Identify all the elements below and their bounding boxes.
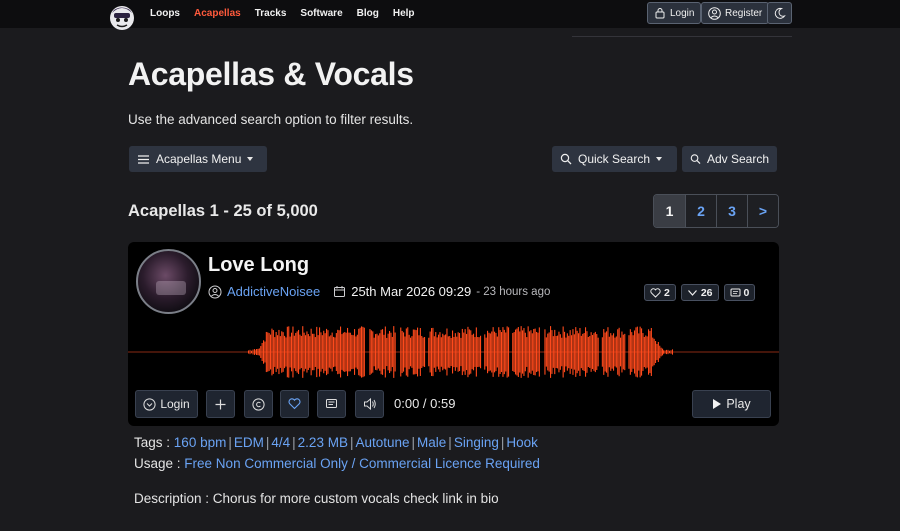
avatar[interactable]	[136, 249, 201, 314]
tag-gender[interactable]: Male	[417, 435, 446, 450]
play-label: Play	[726, 397, 751, 411]
playback-time: 0:00 / 0:59	[394, 396, 456, 411]
next-page-button[interactable]: >	[747, 195, 778, 227]
chevron-down-circle-icon	[143, 397, 156, 411]
pagination: 1 2 3 >	[653, 194, 779, 228]
waveform[interactable]	[128, 324, 779, 380]
likes-count: 2	[664, 286, 670, 299]
downloads-badge[interactable]: 26	[680, 284, 719, 301]
tags-label: Tags :	[134, 435, 171, 450]
result-count: Acapellas 1 - 25 of 5,000	[128, 202, 318, 220]
play-icon	[713, 399, 722, 409]
tag-bpm[interactable]: 160 bpm	[174, 435, 227, 450]
nav-register-button[interactable]: Register	[701, 2, 770, 24]
site-logo-icon[interactable]	[106, 1, 138, 33]
card-login-label: Login	[160, 397, 190, 411]
card-login-button[interactable]: Login	[135, 390, 198, 418]
favourite-button[interactable]	[280, 390, 309, 418]
comment-icon	[730, 288, 741, 296]
usage-link[interactable]: Free Non Commercial Only / Commercial Li…	[184, 456, 540, 471]
nav-links: Loops Acapellas Tracks Software Blog Hel…	[150, 0, 415, 26]
track-title[interactable]: Love Long	[208, 254, 309, 277]
tag-autotune[interactable]: Autotune	[355, 435, 409, 450]
moon-icon	[774, 7, 786, 19]
calendar-icon	[334, 286, 346, 297]
nav-login-label: Login	[670, 7, 695, 19]
usage-label: Usage :	[134, 456, 181, 471]
usage-row: Usage : Free Non Commercial Only / Comme…	[134, 456, 540, 471]
comments-count: 0	[743, 286, 750, 299]
licence-button[interactable]	[244, 390, 273, 418]
tags-row: Tags : 160 bpm | EDM | 4/4 | 2.23 MB | Autotune |…	[134, 435, 538, 450]
plus-icon	[215, 399, 226, 409]
acapellas-menu-label: Acapellas Menu	[156, 152, 242, 166]
adv-search-label: Adv Search	[706, 152, 769, 166]
nav-link-software[interactable]: Software	[300, 8, 342, 19]
chevron-down-icon	[656, 157, 663, 161]
likes-badge[interactable]: 2	[644, 284, 676, 301]
chevron-down-icon	[247, 157, 254, 161]
page-button-2[interactable]: 2	[685, 195, 716, 227]
artist-link[interactable]: AddictiveNoisee	[227, 284, 320, 299]
nav-link-blog[interactable]: Blog	[357, 8, 379, 19]
top-navbar: Loops Acapellas Tracks Software Blog Hel…	[0, 0, 900, 30]
page-button-1[interactable]: 1	[654, 195, 685, 227]
description-label: Description :	[134, 491, 210, 506]
header-divider	[572, 36, 792, 37]
upload-date: 25th Mar 2026 09:29	[351, 284, 472, 299]
page-subtitle: Use the advanced search option to filter…	[128, 112, 414, 127]
nav-link-tracks[interactable]: Tracks	[255, 8, 287, 19]
volume-icon	[363, 398, 376, 410]
nav-login-button[interactable]: Login	[647, 2, 702, 24]
nav-link-loops[interactable]: Loops	[150, 8, 180, 19]
heart-icon	[650, 287, 661, 298]
lock-icon	[655, 8, 665, 19]
nav-link-help[interactable]: Help	[393, 8, 415, 19]
nav-register-label: Register	[725, 7, 763, 19]
quick-search-button[interactable]: Quick Search	[552, 146, 677, 172]
tag-singing[interactable]: Singing	[454, 435, 499, 450]
description-row: Description : Chorus for more custom voc…	[134, 491, 499, 506]
acapellas-menu-button[interactable]: Acapellas Menu	[129, 146, 267, 172]
page-button-3[interactable]: 3	[716, 195, 747, 227]
search-icon	[560, 153, 572, 165]
quick-search-label: Quick Search	[578, 152, 651, 166]
tag-file-size[interactable]: 2.23 MB	[298, 435, 348, 450]
tag-genre[interactable]: EDM	[234, 435, 264, 450]
menu-icon	[138, 154, 149, 164]
play-button[interactable]: Play	[692, 390, 771, 418]
copyright-icon	[252, 397, 265, 411]
volume-button[interactable]	[355, 390, 384, 418]
description-text: Chorus for more custom vocals check link…	[212, 491, 499, 506]
theme-toggle-button[interactable]	[767, 2, 792, 24]
tag-hook[interactable]: Hook	[506, 435, 538, 450]
nav-link-acapellas[interactable]: Acapellas	[194, 8, 241, 19]
tag-time-signature[interactable]: 4/4	[271, 435, 290, 450]
track-card: Love Long AddictiveNoisee 25th Mar 2026 …	[128, 242, 779, 426]
user-circle-icon	[208, 285, 222, 298]
downloads-count: 26	[700, 286, 713, 299]
track-meta: AddictiveNoisee 25th Mar 2026 09:29 - 23…	[208, 284, 550, 299]
comment-icon	[326, 399, 337, 408]
search-icon	[690, 154, 701, 164]
download-icon	[687, 289, 697, 296]
comments-badge[interactable]: 0	[723, 284, 756, 301]
track-stats: 2 26 0	[644, 284, 756, 301]
page-title: Acapellas & Vocals	[128, 56, 414, 92]
adv-search-button[interactable]: Adv Search	[682, 146, 777, 172]
heart-icon	[288, 398, 301, 410]
comment-button[interactable]	[317, 390, 346, 418]
user-icon	[708, 6, 721, 20]
upload-ago: - 23 hours ago	[476, 285, 551, 298]
add-to-list-button[interactable]	[206, 390, 235, 418]
